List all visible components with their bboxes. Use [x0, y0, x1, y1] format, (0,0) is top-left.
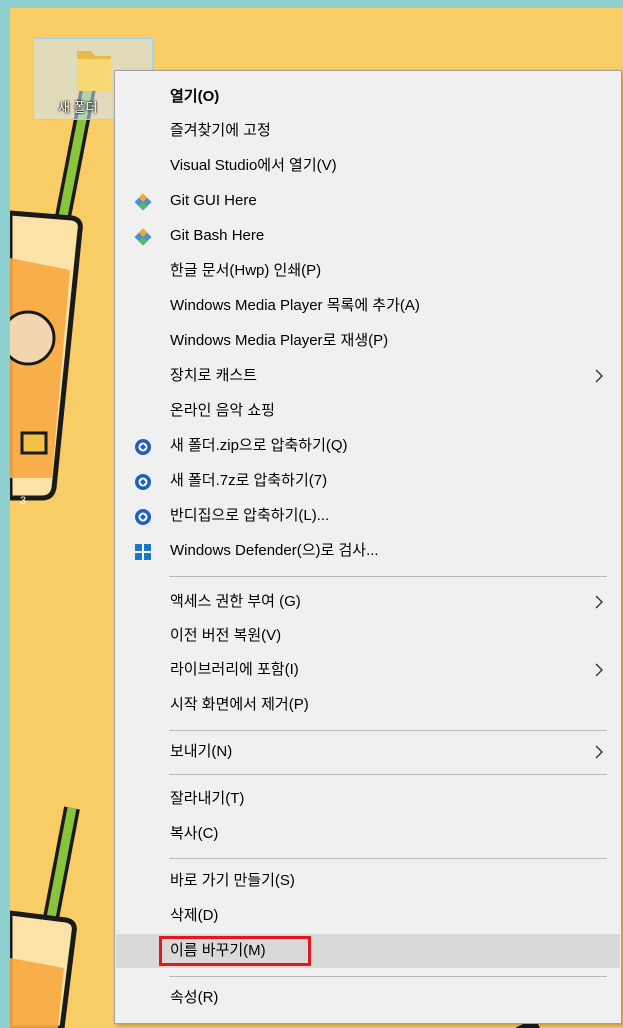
menu-item-label: Git GUI Here: [170, 192, 257, 209]
menu-item-git-gui[interactable]: Git GUI Here: [116, 184, 620, 218]
git-icon: [134, 228, 152, 246]
svg-text:3: 3: [20, 495, 26, 507]
menu-item-git-bash[interactable]: Git Bash Here: [116, 219, 620, 253]
menu-item-compress-zip[interactable]: 새 폴더.zip으로 압축하기(Q): [116, 429, 620, 463]
menu-item-open-in-visual-studio[interactable]: Visual Studio에서 열기(V): [116, 149, 620, 183]
menu-item-online-music-shopping[interactable]: 온라인 음악 쇼핑: [116, 394, 620, 428]
menu-item-label: 복사(C): [170, 825, 219, 842]
menu-item-label: 새 폴더.zip으로 압축하기(Q): [170, 437, 348, 454]
menu-item-give-access[interactable]: 액세스 권한 부여 (G): [116, 585, 620, 619]
menu-item-delete[interactable]: 삭제(D): [116, 899, 620, 933]
menu-item-copy[interactable]: 복사(C): [116, 817, 620, 851]
menu-item-open[interactable]: 열기(O): [116, 80, 620, 114]
menu-item-label: 즐겨찾기에 고정: [170, 122, 271, 139]
menu-item-compress-bandizip[interactable]: 반디집으로 압축하기(L)...: [116, 499, 620, 533]
chevron-right-icon: [595, 745, 603, 759]
context-menu: 열기(O) 즐겨찾기에 고정 Visual Studio에서 열기(V) Git…: [114, 70, 622, 1024]
menu-item-wmp-add-to-list[interactable]: Windows Media Player 목록에 추가(A): [116, 289, 620, 323]
menu-item-hwp-print[interactable]: 한글 문서(Hwp) 인쇄(P): [116, 254, 620, 288]
menu-item-rename[interactable]: 이름 바꾸기(M): [116, 934, 620, 968]
menu-item-defender-scan[interactable]: Windows Defender(으)로 검사...: [116, 534, 620, 568]
bandizip-icon: [135, 439, 151, 455]
menu-item-label: 바로 가기 만들기(S): [170, 872, 295, 889]
chevron-right-icon: [595, 369, 603, 383]
menu-item-label: 삭제(D): [170, 907, 219, 924]
menu-separator: [169, 576, 607, 577]
menu-item-unpin-from-start[interactable]: 시작 화면에서 제거(P): [116, 688, 620, 722]
menu-item-include-in-library[interactable]: 라이브러리에 포함(I): [116, 653, 620, 687]
menu-item-pin-to-quick-access[interactable]: 즐겨찾기에 고정: [116, 114, 620, 148]
menu-separator: [169, 976, 607, 977]
menu-item-cast-to-device[interactable]: 장치로 캐스트: [116, 359, 620, 393]
git-icon: [134, 193, 152, 211]
menu-item-label: 라이브러리에 포함(I): [170, 661, 299, 678]
menu-item-properties[interactable]: 속성(R): [116, 981, 620, 1015]
menu-item-label: 시작 화면에서 제거(P): [170, 696, 309, 713]
menu-item-wmp-play[interactable]: Windows Media Player로 재생(P): [116, 324, 620, 358]
menu-item-label: 온라인 음악 쇼핑: [170, 402, 275, 419]
menu-item-label: 이전 버전 복원(V): [170, 627, 282, 644]
chevron-right-icon: [595, 595, 603, 609]
menu-separator: [169, 730, 607, 731]
desktop-folder-label: 새 폴더: [58, 100, 98, 115]
menu-item-label: Git Bash Here: [170, 227, 265, 244]
menu-item-label: 장치로 캐스트: [170, 367, 257, 384]
menu-item-label: 이름 바꾸기(M): [170, 942, 266, 959]
menu-item-label: 한글 문서(Hwp) 인쇄(P): [170, 262, 322, 279]
menu-item-label: Windows Defender(으)로 검사...: [170, 542, 379, 559]
menu-item-restore-previous-versions[interactable]: 이전 버전 복원(V): [116, 619, 620, 653]
menu-item-label: 보내기(N): [170, 743, 233, 760]
folder-icon: [77, 51, 111, 91]
menu-item-compress-7z[interactable]: 새 폴더.7z로 압축하기(7): [116, 464, 620, 498]
menu-separator: [169, 858, 607, 859]
menu-item-label: 열기(O): [170, 88, 220, 105]
menu-item-label: Windows Media Player 목록에 추가(A): [170, 297, 420, 314]
menu-item-label: Windows Media Player로 재생(P): [170, 332, 389, 349]
menu-item-label: 속성(R): [170, 989, 219, 1006]
menu-item-label: 액세스 권한 부여 (G): [170, 593, 301, 610]
menu-item-create-shortcut[interactable]: 바로 가기 만들기(S): [116, 864, 620, 898]
menu-item-send-to[interactable]: 보내기(N): [116, 735, 620, 769]
menu-item-label: 잘라내기(T): [170, 790, 245, 807]
defender-shield-icon: [135, 544, 151, 560]
menu-item-label: 반디집으로 압축하기(L)...: [170, 507, 330, 524]
chevron-right-icon: [595, 663, 603, 677]
bandizip-icon: [135, 474, 151, 490]
menu-item-label: Visual Studio에서 열기(V): [170, 157, 337, 174]
menu-item-cut[interactable]: 잘라내기(T): [116, 782, 620, 816]
menu-separator: [169, 774, 607, 775]
bandizip-icon: [135, 509, 151, 525]
menu-item-label: 새 폴더.7z로 압축하기(7): [170, 472, 328, 489]
